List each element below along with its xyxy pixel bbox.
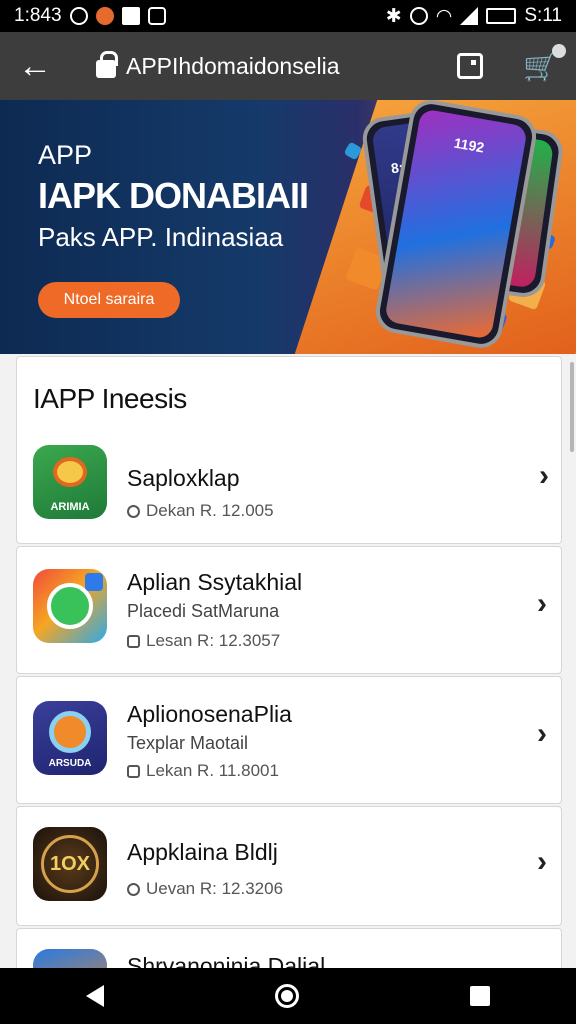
app-name: Shrvanoninia Dalial (127, 953, 326, 968)
clock-icon (127, 882, 140, 896)
chevron-right-icon[interactable]: › (539, 459, 549, 493)
status-right-text: S:11 (524, 5, 562, 26)
status-bar: 1:843 ✱ ◠ S:11 (0, 0, 576, 32)
app-meta-text: Lesan R: 12.3057 (146, 631, 281, 650)
app-icon-label: 1OX (49, 853, 91, 875)
app-meta-text: Dekan R. 12.005 (146, 501, 274, 520)
app-meta: Uevan R: 12.3206 (127, 879, 283, 899)
app-meta: Lesan R: 12.3057 (127, 631, 280, 651)
banner-kicker: APP (38, 140, 93, 170)
app-name: Saploxklap (127, 465, 240, 491)
banner-subtitle: Paks APP. Indinasiaa (38, 222, 284, 252)
status-bar-left: 1:843 (14, 5, 166, 27)
status-bar-right: ✱ ◠ S:11 (386, 5, 562, 28)
app-bar: ← APPIhdomaidonselia 🛒 (0, 32, 576, 100)
chevron-right-icon[interactable]: › (537, 845, 547, 879)
chevron-right-icon[interactable]: › (537, 717, 547, 751)
wifi-icon: ◠ (435, 5, 453, 27)
promo-banner[interactable]: 8:38 1192 APP IAPK DONABIAII Paks APP. I… (0, 100, 576, 354)
app-icon: ARIMIA (33, 445, 107, 519)
app-icon-label: ARSUDA (48, 758, 92, 769)
app-name: Appklaina Bldlj (127, 839, 278, 865)
signal-icon (460, 7, 479, 25)
lock-icon (96, 51, 118, 78)
back-arrow-icon[interactable]: ← (18, 49, 58, 83)
nav-home-icon[interactable] (274, 984, 299, 1008)
app-icon-label: ARIMIA (50, 501, 90, 513)
banner-headline: IAPK DONABIAII (38, 175, 309, 216)
cart-badge (552, 43, 566, 58)
image-icon (121, 7, 140, 25)
list-item-card[interactable]: 1OX Appklaina Bldlj Uevan R: 12.3206 › (16, 806, 562, 926)
shield-icon (147, 7, 166, 25)
app-icon (33, 949, 107, 968)
section-card: IAPP Ineesis ARIMIA Saploxklap Dekan R. … (16, 356, 562, 544)
status-time: 1:843 (14, 5, 62, 26)
nav-back-icon[interactable] (85, 985, 104, 1007)
tabs-icon[interactable] (457, 53, 484, 79)
scrollbar[interactable] (570, 362, 574, 452)
app-subtitle: Texplar Maotail (127, 733, 249, 753)
swirl-logo-shape (49, 711, 91, 753)
badge-icon (85, 573, 103, 591)
cart-icon[interactable]: 🛒 (523, 43, 566, 83)
navigation-bar (0, 968, 576, 1024)
chevron-right-icon[interactable]: › (537, 587, 547, 621)
list-item-card[interactable]: Aplian Ssytakhial Placedi SatMaruna Lesa… (16, 546, 562, 674)
app-notification-icon (95, 7, 114, 25)
app-list-content: IAPP Ineesis ARIMIA Saploxklap Dekan R. … (0, 354, 576, 968)
banner-cta-button[interactable]: Ntoel saraira (38, 282, 180, 318)
app-name: AplionosenaPlia (127, 701, 292, 727)
clock-icon (127, 504, 140, 518)
list-item-card[interactable]: ARSUDA AplionosenaPlia Texplar Maotail L… (16, 676, 562, 804)
bag-icon (127, 634, 140, 648)
bag-icon (127, 764, 140, 778)
app-icon: 1OX (33, 827, 107, 901)
clock-icon (69, 7, 88, 25)
app-subtitle: Placedi SatMaruna (127, 601, 280, 621)
app-name: Aplian Ssytakhial (127, 569, 303, 595)
app-icon: ARSUDA (33, 701, 107, 775)
app-meta-text: Uevan R: 12.3206 (146, 879, 284, 898)
app-bar-title: APPIhdomaidonselia (126, 52, 340, 79)
app-meta: Lekan R. 11.8001 (127, 761, 279, 781)
list-item[interactable]: ARIMIA Saploxklap Dekan R. 12.005 › (17, 435, 563, 545)
app-logo-shape (53, 457, 87, 487)
nav-recent-apps-icon[interactable] (470, 986, 491, 1006)
alarm-icon (409, 7, 428, 25)
section-title: IAPP Ineesis (33, 383, 187, 414)
bluetooth-icon: ✱ (385, 5, 402, 27)
list-item-card[interactable]: Shrvanoninia Dalial (16, 928, 562, 968)
app-icon (33, 569, 107, 643)
app-meta-text: Lekan R. 11.8001 (146, 761, 279, 780)
battery-icon (486, 8, 517, 24)
app-meta: Dekan R. 12.005 (127, 501, 274, 521)
